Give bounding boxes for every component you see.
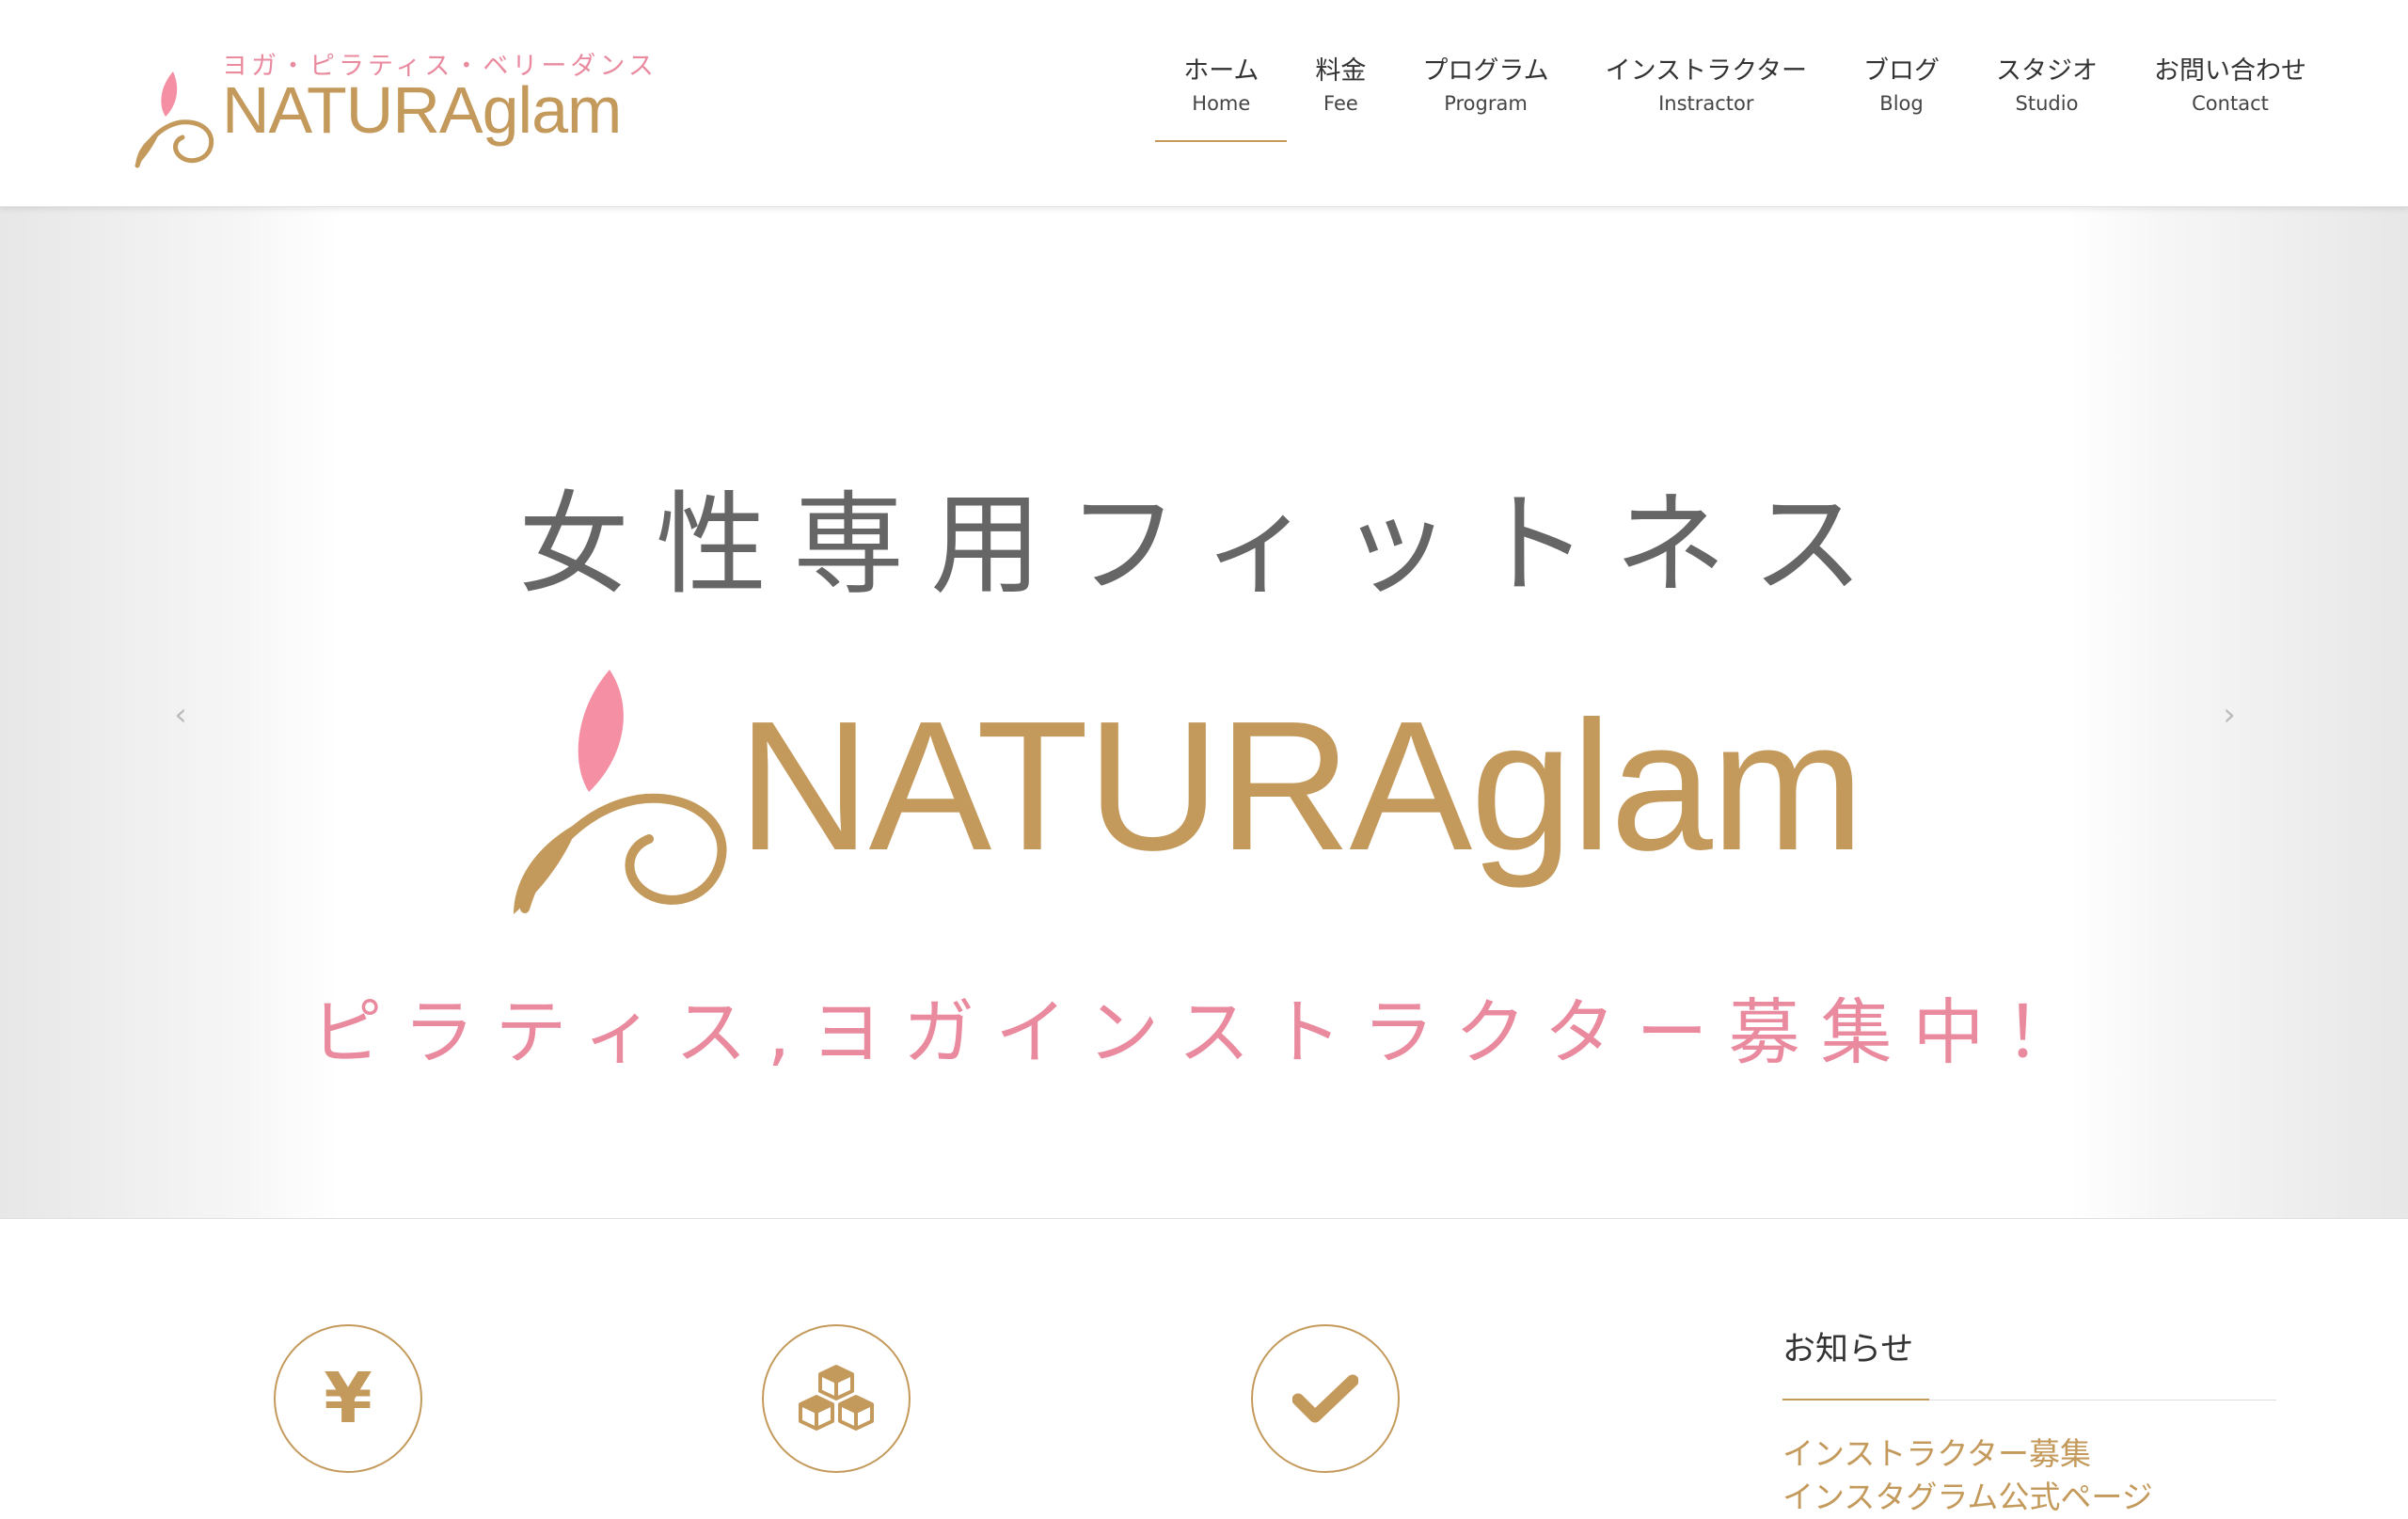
feature-program-button[interactable] (762, 1324, 911, 1473)
feature-fee-button[interactable]: ¥ (274, 1324, 422, 1473)
hero-leaf-icon (514, 670, 727, 914)
nav-label-jp: スタジオ (1996, 56, 2098, 86)
nav-label-en: Home (1192, 92, 1251, 115)
nav-label-en: Program (1444, 92, 1528, 115)
nav-label-jp: お問い合わせ (2154, 56, 2306, 86)
nav-label-jp: ブログ (1863, 56, 1940, 86)
news-item-link[interactable]: インストラクター募集 (1782, 1432, 2276, 1476)
logo-leaf-icon (135, 71, 214, 168)
nav-label-en: Contact (2192, 92, 2269, 115)
site-header: ヨガ・ピラティス・ベリーダンス NATURAglam ホーム Home 料金 F… (0, 0, 2408, 207)
feature-check-button[interactable] (1251, 1324, 1400, 1473)
main-nav: ホーム Home 料金 Fee プログラム Program インストラクター I… (1155, 55, 2335, 149)
nav-label-en: Fee (1323, 92, 1358, 115)
site-logo[interactable]: ヨガ・ピラティス・ベリーダンス NATURAglam (132, 45, 658, 168)
nav-item-program[interactable]: プログラム Program (1394, 55, 1576, 141)
nav-label-jp: 料金 (1315, 56, 1367, 86)
nav-item-home[interactable]: ホーム Home (1155, 55, 1288, 142)
hero-recruit-text[interactable]: ピラティス,ヨガインストラクター募集中！ (0, 997, 2408, 1068)
nav-label-jp: プログラム (1422, 56, 1549, 86)
news-item-link[interactable]: インスタグラム公式ページ (1782, 1476, 2276, 1519)
news-widget: お知らせ インストラクター募集 インスタグラム公式ページ (1782, 1328, 2276, 1519)
nav-label-en: Instractor (1658, 92, 1754, 115)
check-icon (1292, 1374, 1358, 1423)
nav-item-fee[interactable]: 料金 Fee (1287, 55, 1394, 141)
nav-label-en: Blog (1879, 92, 1924, 115)
nav-item-blog[interactable]: ブログ Blog (1835, 55, 1968, 141)
logo-wordmark: NATURAglam (222, 73, 622, 147)
carousel-prev-icon[interactable]: ‹ (162, 696, 199, 734)
nav-label-en: Studio (2015, 92, 2079, 115)
nav-item-instructor[interactable]: インストラクター Instractor (1577, 55, 1835, 141)
hero-title: 女性専用フィットネス (518, 480, 1890, 609)
nav-label-jp: インストラクター (1605, 56, 1807, 86)
hero-wordmark: NATURAglam (737, 683, 1864, 889)
news-heading: お知らせ (1782, 1328, 2276, 1400)
nav-item-studio[interactable]: スタジオ Studio (1968, 55, 2126, 141)
nav-item-contact[interactable]: お問い合わせ Contact (2126, 55, 2335, 141)
news-list: インストラクター募集 インスタグラム公式ページ (1782, 1432, 2276, 1519)
cubes-icon (799, 1365, 874, 1431)
hero-slider: ‹ › 女性専用フィットネス NATURAglam ピラティス,ヨガインストラク… (0, 207, 2408, 1219)
carousel-next-icon[interactable]: › (2210, 696, 2248, 734)
nav-label-jp: ホーム (1183, 56, 1259, 86)
yen-icon: ¥ (324, 1358, 372, 1439)
